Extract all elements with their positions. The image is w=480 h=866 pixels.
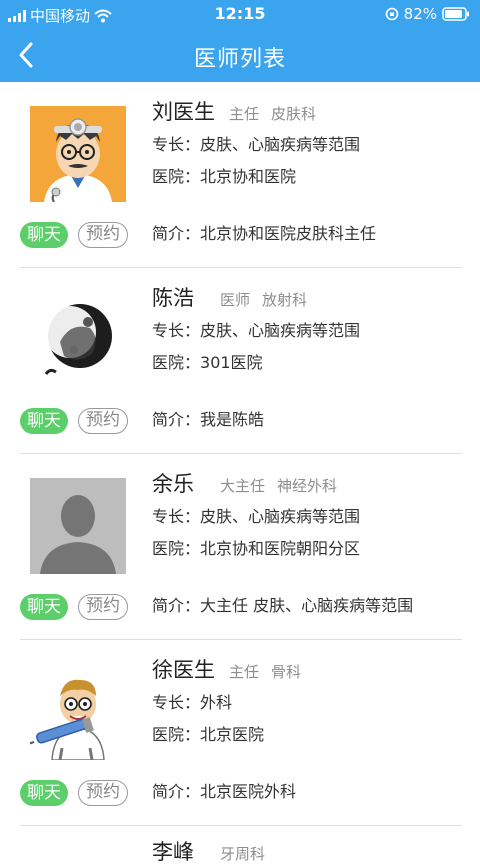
doctor-list: 聊天 预约 刘医生 主任 皮肤科 专长：皮肤、心脑疾病等范围 医院：北京协和医院… (0, 82, 480, 866)
specialty-label: 专长： (152, 693, 201, 712)
doctor-avatar (30, 478, 126, 574)
specialty-line: 专长：外科 (152, 690, 462, 716)
intro-value: 北京医院外科 (200, 782, 297, 801)
specialty-label: 专长： (152, 507, 201, 526)
doctor-department: 神经外科 (277, 477, 338, 495)
battery-icon (442, 7, 469, 21)
doctor-card[interactable]: 聊天 预约 余乐 大主任 神经外科 专长：皮肤、心脑疾病等范围 医院：北京协和医… (20, 454, 462, 640)
intro-label: 简介： (152, 596, 201, 615)
intro-line: 简介：北京协和医院皮肤科主任 (152, 220, 376, 244)
doctor-title: 主任 (229, 663, 260, 681)
chat-button[interactable]: 聊天 (20, 222, 68, 248)
intro-line: 简介：我是陈皓 (152, 406, 264, 430)
doctor-card[interactable]: 聊天 预约 徐医生 主任 骨科 专长：外科 医院：北京医院 简介：北京医院外科 (20, 640, 462, 826)
hospital-line: 医院：北京协和医院朝阳分区 (152, 536, 462, 562)
hospital-label: 医院： (152, 725, 201, 744)
hospital-line: 医院：北京医院 (152, 722, 462, 748)
intro-value: 大主任 皮肤、心脑疾病等范围 (200, 596, 414, 615)
doctor-card[interactable]: 聊天 预约 刘医生 主任 皮肤科 专长：皮肤、心脑疾病等范围 医院：北京协和医院… (20, 82, 462, 268)
specialty-line: 专长：皮肤、心脑疾病等范围 (152, 504, 462, 530)
doctor-title: 大主任 (220, 477, 266, 495)
doctor-name: 刘医生 (152, 100, 215, 124)
chat-button[interactable]: 聊天 (20, 780, 68, 806)
doctor-department: 放射科 (262, 291, 308, 309)
hospital-value: 北京协和医院朝阳分区 (200, 539, 361, 558)
nav-bar: 医师列表 (0, 28, 480, 82)
specialty-value: 皮肤、心脑疾病等范围 (200, 321, 361, 340)
orientation-lock-icon (385, 7, 398, 21)
intro-label: 简介： (152, 410, 201, 429)
book-button[interactable]: 预约 (78, 222, 128, 248)
hospital-line: 医院：301医院 (152, 350, 462, 376)
doctor-name: 李峰 (152, 840, 194, 864)
specialty-value: 皮肤、心脑疾病等范围 (200, 135, 361, 154)
book-button[interactable]: 预约 (78, 408, 128, 434)
intro-label: 简介： (152, 224, 201, 243)
status-bar: 中国移动 12:15 82% (0, 0, 480, 28)
specialty-line: 专长：皮肤、心脑疾病等范围 (152, 318, 462, 344)
doctor-card[interactable]: 李峰 牙周科 (20, 826, 462, 866)
hospital-value: 北京协和医院 (200, 167, 297, 186)
doctor-avatar (30, 664, 126, 760)
hospital-line: 医院：北京协和医院 (152, 164, 462, 190)
hospital-value: 301医院 (200, 353, 263, 372)
doctor-name: 徐医生 (152, 658, 215, 682)
page-title: 医师列表 (193, 47, 286, 72)
specialty-label: 专长： (152, 321, 201, 340)
battery-percent: 82% (403, 5, 437, 23)
book-button[interactable]: 预约 (78, 594, 128, 620)
chat-button[interactable]: 聊天 (20, 408, 68, 434)
hospital-value: 北京医院 (200, 725, 265, 744)
hospital-label: 医院： (152, 539, 201, 558)
doctor-avatar (30, 292, 126, 388)
hospital-label: 医院： (152, 167, 201, 186)
intro-label: 简介： (152, 782, 201, 801)
doctor-avatar (30, 106, 126, 202)
chat-button[interactable]: 聊天 (20, 594, 68, 620)
specialty-line: 专长：皮肤、心脑疾病等范围 (152, 132, 462, 158)
doctor-department: 皮肤科 (271, 105, 317, 123)
intro-line: 简介：大主任 皮肤、心脑疾病等范围 (152, 592, 413, 616)
doctor-name: 余乐 (152, 472, 194, 496)
specialty-label: 专长： (152, 135, 201, 154)
specialty-value: 外科 (200, 693, 233, 712)
intro-value: 北京协和医院皮肤科主任 (200, 224, 377, 243)
intro-line: 简介：北京医院外科 (152, 778, 296, 802)
book-button[interactable]: 预约 (78, 780, 128, 806)
doctor-name: 陈浩 (152, 286, 194, 310)
hospital-label: 医院： (152, 353, 201, 372)
specialty-value: 皮肤、心脑疾病等范围 (200, 507, 361, 526)
doctor-card[interactable]: 聊天 预约 陈浩 医师 放射科 专长：皮肤、心脑疾病等范围 医院：301医院 简… (20, 268, 462, 454)
doctor-department: 骨科 (271, 663, 302, 681)
doctor-title: 医师 (220, 291, 251, 309)
doctor-title: 主任 (229, 105, 260, 123)
intro-value: 我是陈皓 (200, 410, 265, 429)
